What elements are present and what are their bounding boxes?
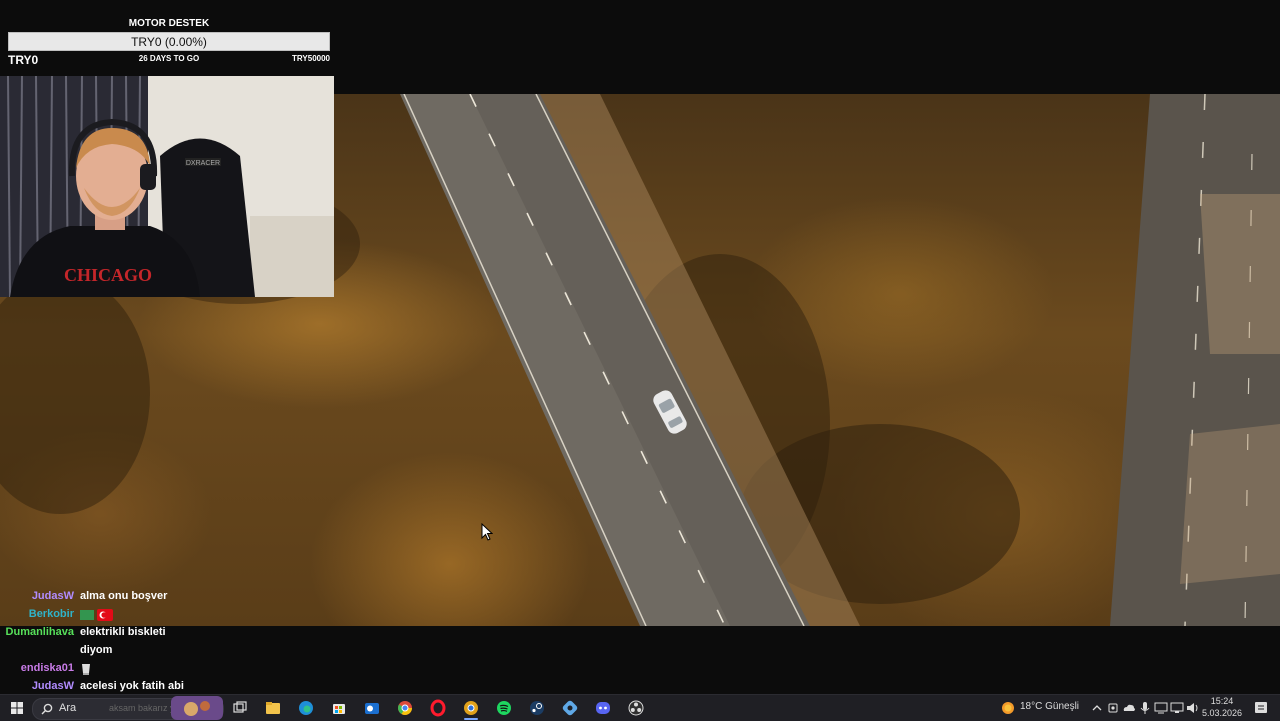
notification-icon[interactable] (1252, 699, 1270, 717)
donation-goal-widget: MOTOR DESTEK TRY0 (0.00%) TRY0 26 DAYS T… (8, 14, 330, 70)
chat-username: endiska01 (20, 662, 74, 674)
goal-days-left: 26 DAYS TO GO (138, 54, 200, 63)
mouse-cursor-icon (481, 523, 493, 541)
goal-title: MOTOR DESTEK (128, 18, 210, 29)
weather-text[interactable]: 18°C Güneşli (1020, 701, 1079, 712)
shirt-text: CHICAGO (64, 265, 152, 285)
windows-taskbar: Ara aksam bakarız yine 18°C Güneşli 15:2… (0, 694, 1280, 721)
chat-text: acelesi yok fatih abi (80, 680, 184, 692)
chat-username: Dumanlihava (5, 626, 74, 638)
clock-time[interactable]: 15:24 (1200, 696, 1244, 706)
goal-target-amount: TRY50000 (292, 54, 330, 63)
steam-icon[interactable] (528, 699, 546, 717)
goal-progress-bar: TRY0 (0.00%) (8, 32, 330, 51)
file-explorer-icon[interactable] (264, 699, 282, 717)
chat-text: elektrikli biskleti (80, 626, 166, 638)
chair-brand-text: DXRACER (186, 160, 220, 167)
chat-username: JudasW (31, 590, 74, 602)
outlook-icon[interactable] (363, 699, 381, 717)
chrome-icon[interactable] (396, 699, 414, 717)
cup-emote-icon (80, 662, 92, 679)
webcam-overlay: DXRACER CHICAGO (0, 76, 334, 297)
edge-icon[interactable] (297, 699, 315, 717)
app-icon[interactable] (561, 699, 579, 717)
search-icon (41, 703, 53, 715)
spotify-icon[interactable] (495, 699, 513, 717)
goal-progress-text: TRY0 (0.00%) (131, 35, 207, 49)
opera-icon[interactable] (429, 699, 447, 717)
turkish-flag-emote-icon (80, 608, 114, 625)
chat-text: diyom (80, 644, 113, 656)
chat-text: alma onu boşver (80, 590, 168, 602)
taskbar-search-box[interactable]: Ara aksam bakarız yine (32, 696, 224, 720)
discord-icon[interactable] (594, 699, 612, 717)
obs-icon[interactable] (627, 699, 645, 717)
chrome-canary-icon[interactable] (462, 699, 480, 717)
search-label: Ara (59, 702, 77, 714)
task-view-icon[interactable] (231, 699, 249, 717)
clock-date[interactable]: 5.03.2026 (1200, 708, 1244, 718)
windows-start-icon[interactable] (8, 699, 26, 717)
sun-weather-icon[interactable] (999, 699, 1017, 717)
chat-username: JudasW (31, 680, 74, 692)
chat-username: Berkobir (28, 608, 74, 620)
store-icon[interactable] (330, 699, 348, 717)
webcam-image: DXRACER CHICAGO (0, 76, 334, 297)
search-highlight-image (171, 696, 223, 720)
